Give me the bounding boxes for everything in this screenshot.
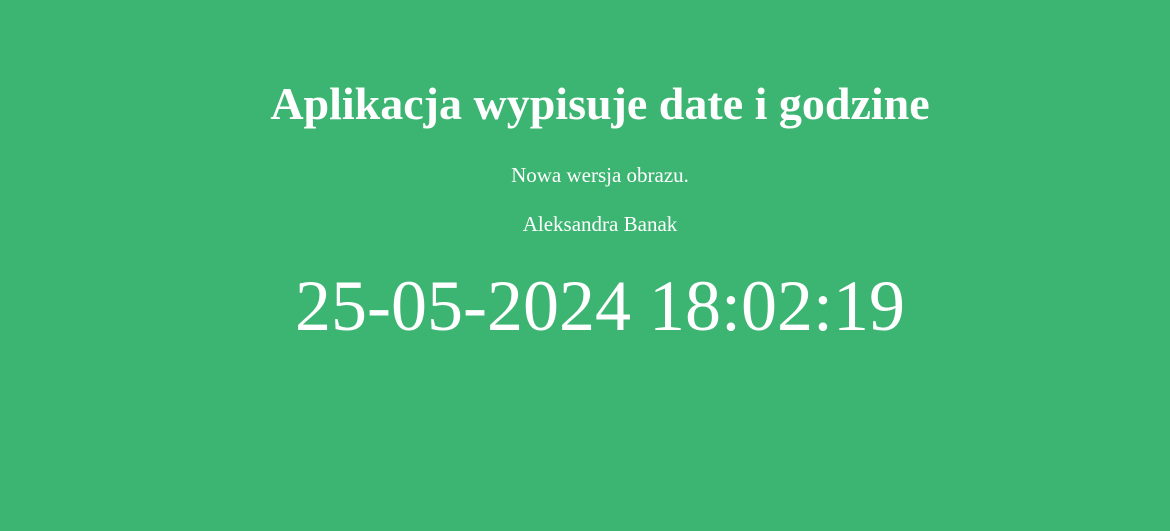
date-time-display: 25-05-2024 18:02:19 xyxy=(295,266,905,346)
page-title: Aplikacja wypisuje date i godzine xyxy=(270,78,930,129)
subtitle-text: Nowa wersja obrazu. xyxy=(511,163,689,187)
author-name: Aleksandra Banak xyxy=(522,212,678,236)
page: Aplikacja wypisuje date i godzine Nowa w… xyxy=(0,0,1170,531)
